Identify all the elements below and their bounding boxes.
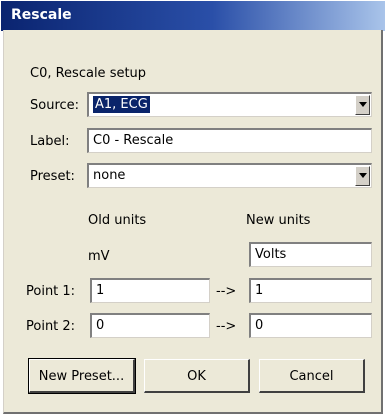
- preset-value: none: [93, 168, 126, 183]
- chevron-down-icon[interactable]: [355, 95, 370, 115]
- old-units-header: Old units: [88, 213, 147, 228]
- source-value: A1, ECG: [93, 96, 150, 113]
- point-2-old-input[interactable]: 0: [90, 313, 210, 338]
- point-1-new-input[interactable]: 1: [249, 278, 372, 303]
- new-units-input[interactable]: Volts: [249, 242, 372, 267]
- title-bar[interactable]: Rescale: [0, 0, 385, 31]
- cancel-button[interactable]: Cancel: [259, 359, 365, 393]
- preset-dropdown[interactable]: none: [87, 163, 372, 188]
- point-2-new-input[interactable]: 0: [249, 313, 372, 338]
- dialog-body: C0, Rescale setup Source: A1, ECG Label:…: [3, 30, 383, 414]
- rescale-dialog: Rescale C0, Rescale setup Source: A1, EC…: [0, 0, 386, 417]
- point-1-arrow: -->: [216, 284, 237, 299]
- point-1-label: Point 1:: [26, 284, 76, 299]
- old-units-value: mV: [88, 249, 110, 264]
- source-dropdown[interactable]: A1, ECG: [87, 92, 372, 117]
- label-label: Label:: [30, 134, 70, 149]
- source-label: Source:: [30, 98, 80, 113]
- new-preset-button[interactable]: New Preset...: [28, 358, 136, 394]
- ok-button[interactable]: OK: [144, 359, 250, 393]
- point-2-label: Point 2:: [26, 319, 76, 334]
- new-units-header: New units: [246, 213, 311, 228]
- chevron-down-icon[interactable]: [355, 166, 370, 186]
- point-1-old-input[interactable]: 1: [90, 278, 210, 303]
- label-input[interactable]: C0 - Rescale: [87, 128, 372, 153]
- point-2-arrow: -->: [216, 319, 237, 334]
- preset-label: Preset:: [30, 169, 75, 184]
- window-title: Rescale: [11, 7, 72, 23]
- setup-heading: C0, Rescale setup: [30, 66, 147, 81]
